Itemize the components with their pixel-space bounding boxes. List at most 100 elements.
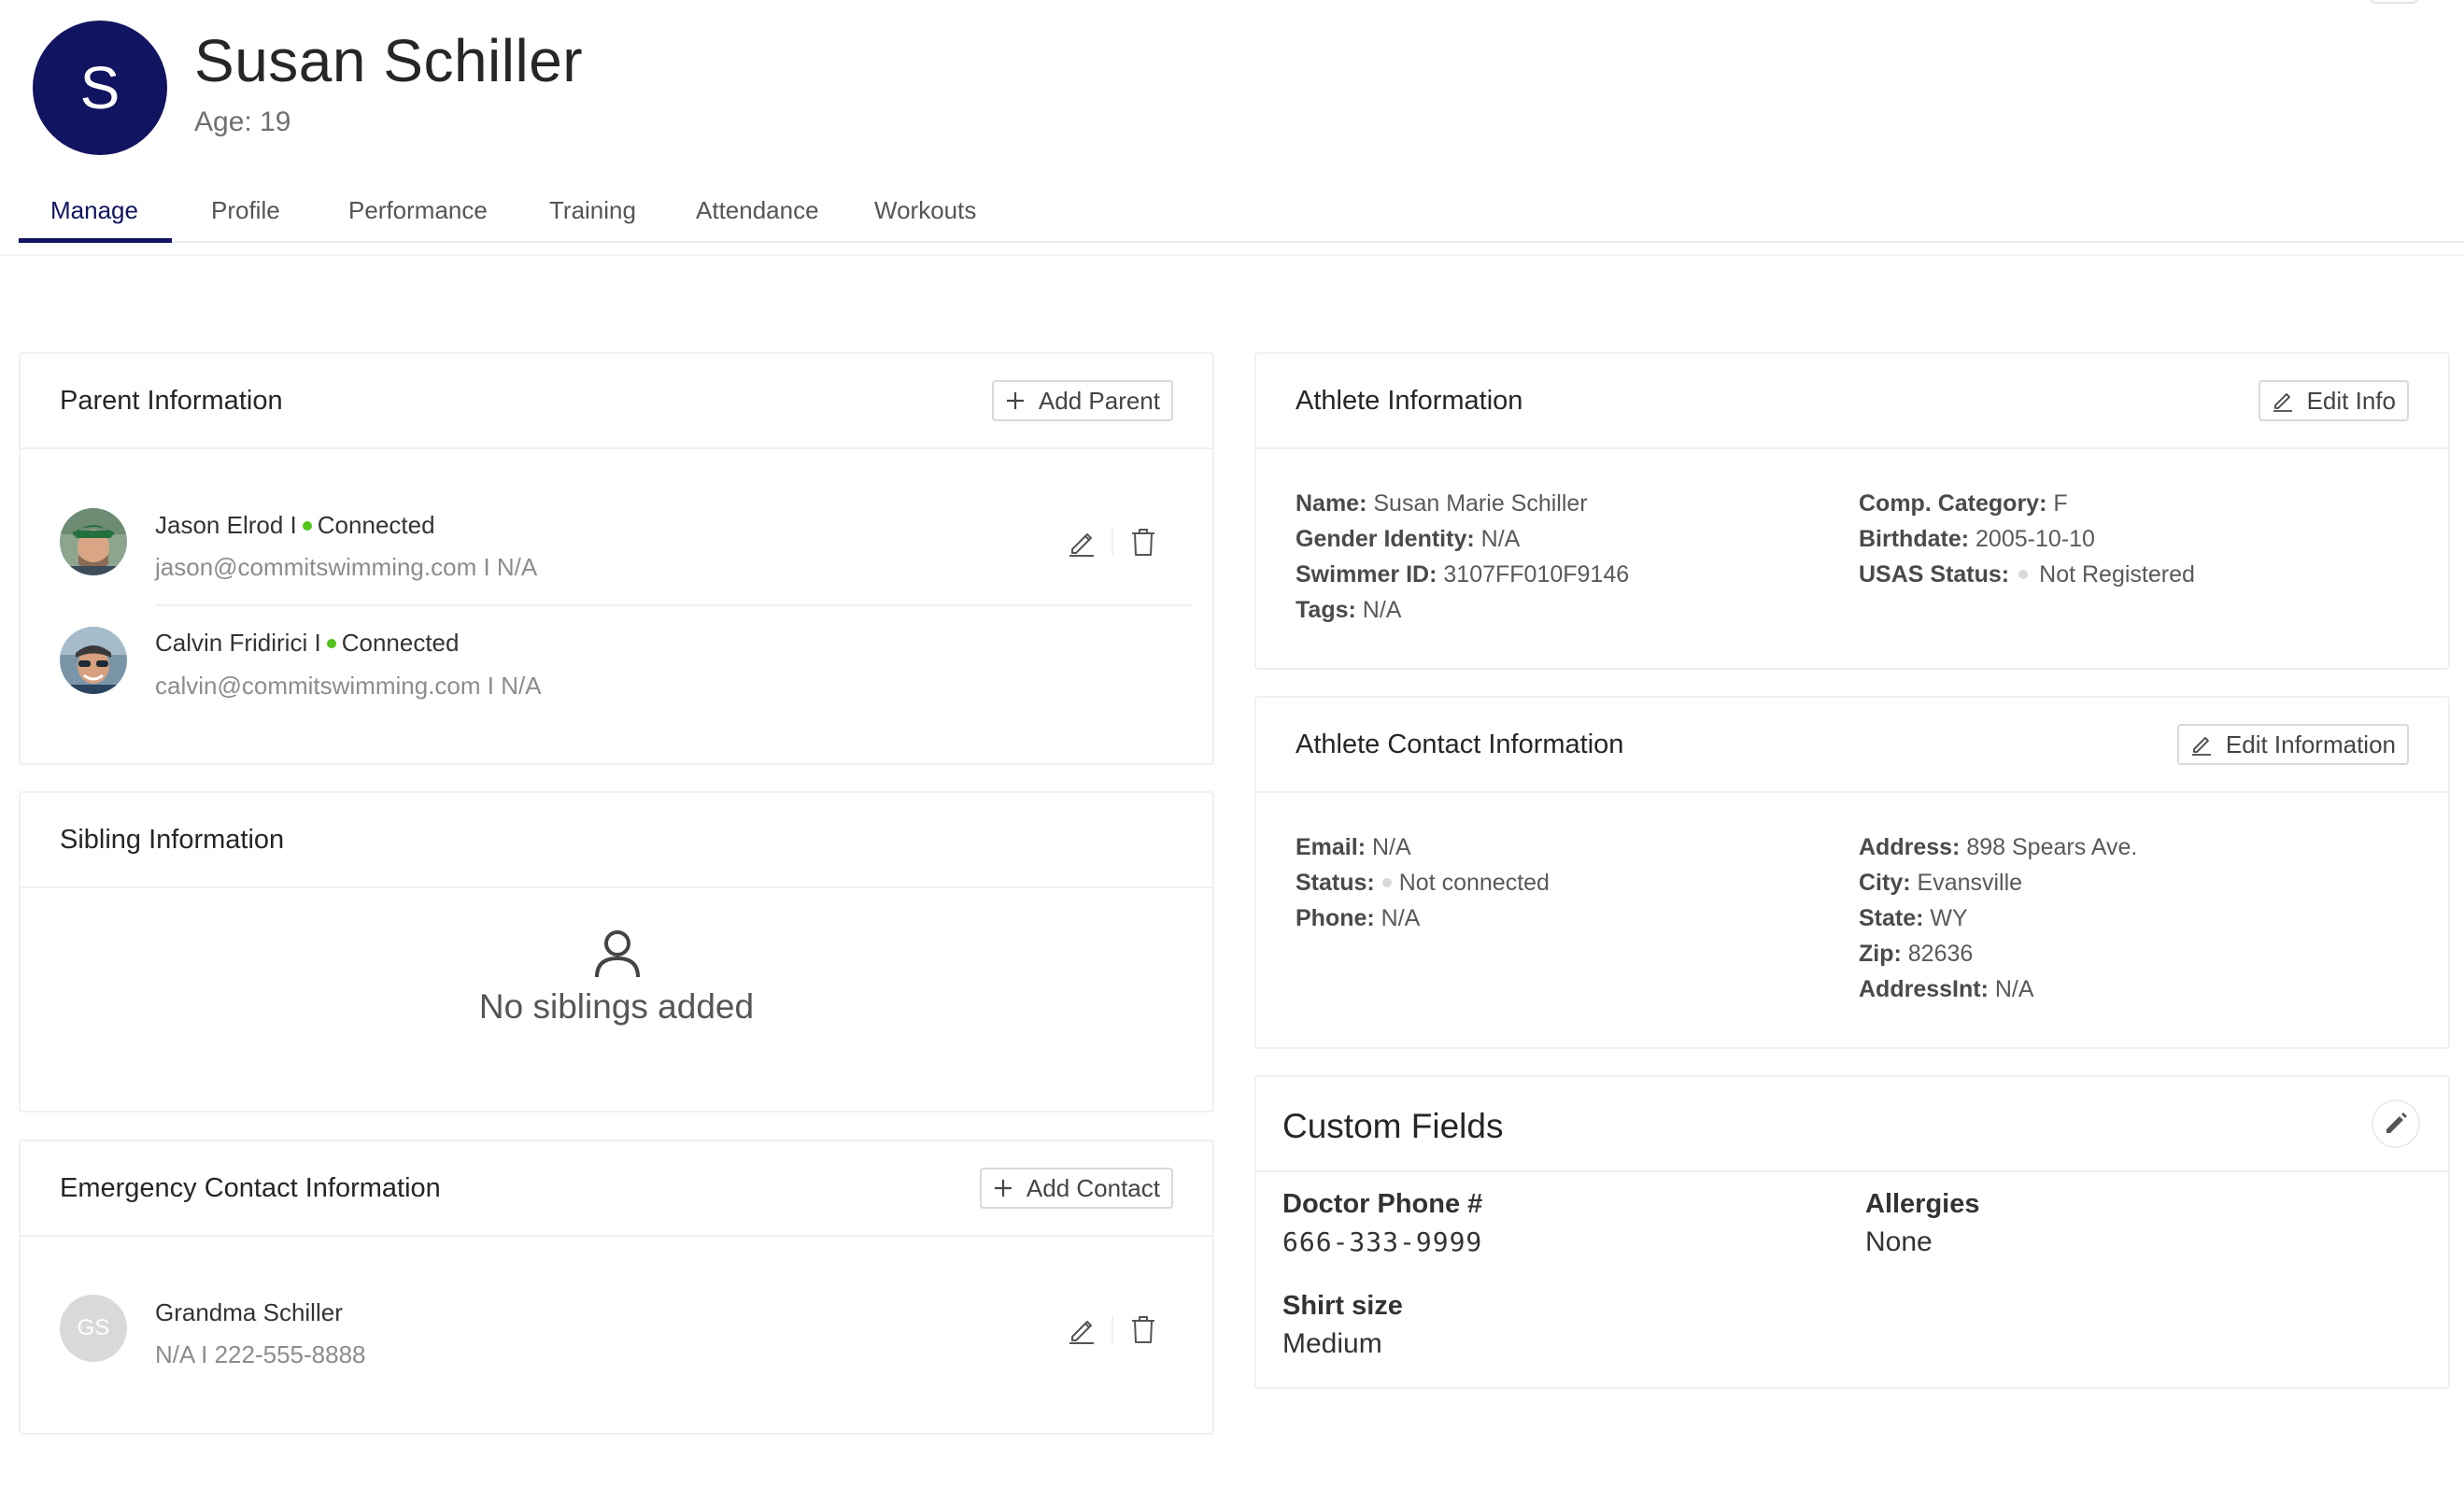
card-header: Athlete Information Edit Info — [1256, 354, 2448, 449]
card-header: Parent Information Add Parent — [21, 354, 1212, 449]
field-value: 898 Spears Ave. — [1966, 834, 2138, 860]
active-tab-indicator — [19, 238, 172, 243]
action-divider — [1112, 1315, 1113, 1343]
field-value: N/A — [1381, 905, 1421, 931]
tab-bar: Manage Profile Performance Training Atte… — [19, 183, 2464, 243]
field-value: N/A — [1994, 976, 2034, 1002]
plus-icon — [994, 1180, 1012, 1197]
contact-name: Grandma Schiller — [155, 1298, 343, 1326]
sibling-information-card: Sibling Information No siblings added — [19, 791, 1214, 1112]
parent-name: Jason Elrod — [155, 511, 284, 539]
pencil-icon — [1069, 533, 1094, 557]
status-dot — [1381, 877, 1392, 887]
contact-avatar: GS — [60, 1295, 127, 1362]
athlete-information-card: Athlete Information Edit Info Name: Susa… — [1254, 352, 2450, 670]
tab-attendance[interactable]: Attendance — [696, 196, 819, 225]
field-value: F — [2053, 490, 2068, 517]
field-label: Birthdate: — [1859, 526, 1970, 552]
tab-profile[interactable]: Profile — [211, 196, 280, 225]
connected-status-dot — [326, 638, 336, 648]
contact-state: State: WY — [1859, 905, 1968, 932]
edit-custom-fields-button[interactable] — [2372, 1099, 2420, 1148]
contact-initials: GS — [77, 1315, 110, 1340]
contact-status: Status: Not connected — [1296, 870, 1550, 897]
parent-name-line: Jason Elrod I Connected — [155, 511, 435, 540]
custom-fields-card: Custom Fields Doctor Phone # 666-333-999… — [1254, 1075, 2450, 1389]
field-label: Gender Identity: — [1296, 526, 1475, 552]
parent-avatar-jason — [60, 508, 127, 575]
contact-address: Address: 898 Spears Ave. — [1859, 834, 2137, 861]
field-value: Susan Marie Schiller — [1373, 490, 1588, 517]
add-contact-button[interactable]: Add Contact — [979, 1168, 1173, 1209]
parent-status: Connected — [317, 511, 435, 539]
separator: I — [290, 511, 297, 539]
athlete-avatar-letter: S — [79, 54, 120, 121]
field-value: Not connected — [1398, 870, 1550, 896]
delete-contact-button[interactable] — [1125, 1311, 1162, 1348]
field-value: 82636 — [1907, 941, 1974, 967]
edit-info-button[interactable]: Edit Info — [2258, 380, 2409, 421]
field-value: Not Registered — [2039, 561, 2195, 588]
top-right-control-fragment[interactable] — [2369, 0, 2419, 4]
field-label: USAS Status: — [1859, 561, 2010, 588]
emergency-contact-card: Emergency Contact Information Add Contac… — [19, 1140, 1214, 1435]
field-label: Tags: — [1296, 597, 1356, 623]
contact-city: City: Evansville — [1859, 870, 2022, 897]
edit-info-label: Edit Info — [2306, 386, 2396, 415]
athlete-age: Age: 19 — [194, 106, 291, 137]
info-birthdate: Birthdate: 2005-10-10 — [1859, 526, 2095, 553]
card-title: Parent Information — [60, 386, 283, 416]
info-usas-status: USAS Status: Not Registered — [1859, 561, 2195, 588]
plus-icon — [1006, 392, 1024, 409]
field-label: Address: — [1859, 834, 1961, 860]
field-value: N/A — [1371, 834, 1411, 860]
user-outline-icon — [591, 927, 644, 984]
custom-field-label: Allergies — [1865, 1189, 1980, 1219]
field-label: Status: — [1296, 870, 1375, 896]
card-title: Sibling Information — [60, 825, 285, 855]
field-value: N/A — [1362, 597, 1402, 623]
contact-phone: Phone: N/A — [1296, 905, 1420, 932]
custom-field-label: Doctor Phone # — [1282, 1189, 1483, 1219]
list-divider — [155, 604, 1192, 606]
field-value: 2005-10-10 — [1975, 526, 2095, 552]
tab-training[interactable]: Training — [549, 196, 636, 225]
pencil-icon — [1069, 1321, 1094, 1344]
edit-information-button[interactable]: Edit Information — [2176, 724, 2409, 765]
card-title: Athlete Information — [1296, 386, 1523, 416]
field-label: City: — [1859, 870, 1911, 896]
athlete-contact-card: Athlete Contact Information Edit Informa… — [1254, 696, 2450, 1049]
delete-parent-button[interactable] — [1125, 523, 1162, 560]
info-name: Name: Susan Marie Schiller — [1296, 490, 1588, 517]
card-header: Sibling Information — [21, 793, 1212, 888]
athlete-avatar: S — [33, 21, 167, 155]
header-divider — [0, 254, 2464, 256]
separator: I — [314, 629, 321, 657]
parent-avatar-calvin — [60, 627, 127, 694]
add-parent-button[interactable]: Add Parent — [991, 380, 1173, 421]
pencil-icon — [2191, 737, 2211, 756]
action-divider — [1112, 528, 1113, 556]
parent-email-line: jason@commitswimming.com I N/A — [155, 553, 538, 581]
tab-manage[interactable]: Manage — [50, 196, 138, 225]
tab-workouts[interactable]: Workouts — [874, 196, 976, 225]
custom-field-value: 666-333-9999 — [1282, 1226, 1483, 1257]
custom-field-label: Shirt size — [1282, 1291, 1403, 1321]
parent-status: Connected — [341, 629, 460, 657]
add-parent-label: Add Parent — [1038, 386, 1160, 415]
pencil-icon — [2273, 393, 2292, 412]
contact-sub: N/A I 222-555-8888 — [155, 1340, 366, 1368]
tab-performance[interactable]: Performance — [348, 196, 488, 225]
field-value: 3107FF010F9146 — [1443, 561, 1630, 588]
info-tags: Tags: N/A — [1296, 597, 1401, 624]
parent-name: Calvin Fridirici — [155, 629, 308, 657]
edit-contact-button[interactable] — [1063, 1311, 1100, 1348]
edit-parent-button[interactable] — [1063, 523, 1100, 560]
field-label: Comp. Category: — [1859, 490, 2047, 517]
custom-field-value: Medium — [1282, 1328, 1382, 1359]
connected-status-dot — [302, 520, 312, 531]
trash-icon — [1132, 1316, 1154, 1343]
parent-information-card: Parent Information Add Parent Jason Elro… — [19, 352, 1214, 765]
athlete-header: S Susan Schiller Age: 19 Manage Profile … — [0, 0, 2464, 252]
card-title: Custom Fields — [1282, 1107, 1504, 1145]
